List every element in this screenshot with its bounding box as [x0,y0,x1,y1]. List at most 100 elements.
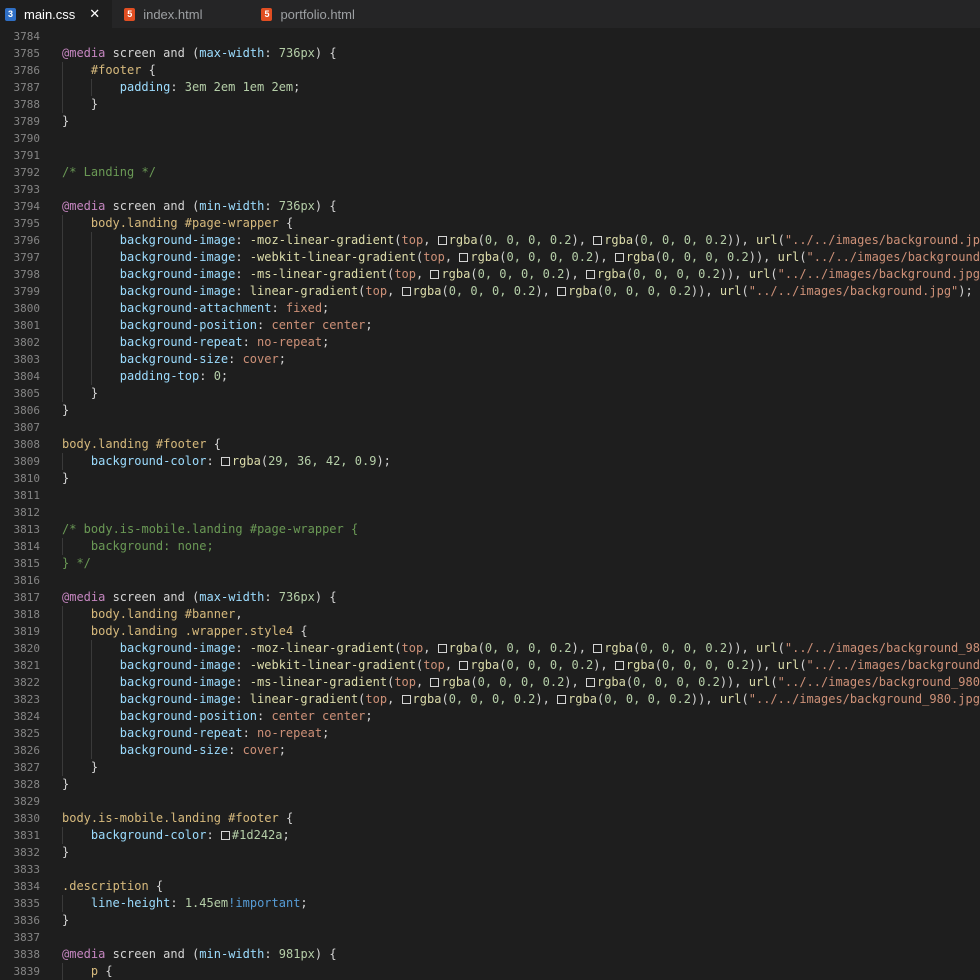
color-swatch-icon[interactable] [614,253,624,262]
code-editor[interactable]: 3784 3785 @media screen and (max-width: 73… [0,28,980,980]
color-swatch-icon[interactable] [401,695,411,704]
code-text: /* Landing */ [62,164,156,181]
code-line[interactable]: 3832} [0,844,980,861]
code-line[interactable]: 3808 body.landing #footer { [0,436,980,453]
token-str: "../../images/background.jpg" [777,267,980,281]
code-line[interactable]: 3827} [0,759,980,776]
color-swatch-icon[interactable] [459,253,469,262]
code-line[interactable]: 3814 background: none; [0,538,980,555]
token-fn: rgba [448,641,478,655]
code-line[interactable]: 3816 [0,572,980,589]
code-line[interactable]: 3812 [0,504,980,521]
code-line[interactable]: 3792 /* Landing */ [0,164,980,181]
code-line[interactable]: 3811 [0,487,980,504]
code-line[interactable]: 3796 background-image: -moz-linear-gradie… [0,232,980,249]
code-line[interactable]: 3791 [0,147,980,164]
tab-index-html[interactable]: 5 index.html [112,0,256,28]
color-swatch-icon[interactable] [614,661,624,670]
color-swatch-icon[interactable] [557,287,567,296]
code-text: } [62,113,69,130]
code-line[interactable]: 3817 @media screen and (max-width: 736px)… [0,589,980,606]
code-line[interactable]: 3815} */ [0,555,980,572]
color-swatch-icon[interactable] [430,270,440,279]
code-line[interactable]: 3824 background-position: center center; [0,708,980,725]
code-line[interactable]: 3809 background-color: rgba(29, 36, 42, 0… [0,453,980,470]
line-number: 3794 [13,200,41,213]
tab-main-css[interactable]: 3 main.css ✕ [0,0,113,28]
code-line[interactable]: 3799 background-image: linear-gradient (to… [0,283,980,300]
code-line[interactable]: 3822 background-image: -ms-linear-gradien… [0,674,980,691]
code-line[interactable]: 3800 background-attachment: fixed; [0,300,980,317]
code-line[interactable]: 3787 padding: 3em 2em 1em 2em; [0,79,980,96]
code-text: background-repeat: no-repeat; [120,725,330,742]
code-line[interactable]: 3810} [0,470,980,487]
code-line[interactable]: 3830 body.is-mobile.landing #footer { [0,810,980,827]
code-line[interactable]: 3805} [0,385,980,402]
code-line[interactable]: 3829 [0,793,980,810]
code-line[interactable]: 3798 background-image: -ms-linear-gradien… [0,266,980,283]
code-line[interactable]: 3825 background-repeat: no-repeat; [0,725,980,742]
code-line[interactable]: 3831 background-color: #1d242a; [0,827,980,844]
code-line[interactable]: 3786 #footer { [0,62,980,79]
code-line[interactable]: 3785 @media screen and (max-width: 736px)… [0,45,980,62]
color-swatch-icon[interactable] [437,236,447,245]
token-comment: /* Landing */ [62,165,156,179]
code-line[interactable]: 3834 .description { [0,878,980,895]
token-fn: rgba [470,658,500,672]
token-punc: ( [477,233,485,247]
code-line[interactable]: 3823 background-image: linear-gradient (to… [0,691,980,708]
code-line[interactable]: 3803 background-size: cover; [0,351,980,368]
color-swatch-icon[interactable] [220,831,230,840]
color-swatch-icon[interactable] [459,661,469,670]
token-kw: screen and [105,947,193,961]
token-prop: min-width [199,947,265,961]
color-swatch-icon[interactable] [585,270,595,279]
color-swatch-icon[interactable] [593,644,603,653]
token-punc: ), [593,658,615,672]
code-line[interactable]: 3833 [0,861,980,878]
code-line[interactable]: 3838 @media screen and (min-width: 981px)… [0,946,980,963]
token-punc: ), [571,233,594,247]
code-line[interactable]: 3836} [0,912,980,929]
code-line[interactable]: 3789} [0,113,980,130]
color-swatch-icon[interactable] [437,644,447,653]
token-punc: )), [690,284,720,298]
code-line[interactable]: 3818 body.landing #banner, [0,606,980,623]
code-line[interactable]: 3820 background-image: -moz-linear-gradie… [0,640,980,657]
code-line[interactable]: 3795 body.landing #page-wrapper { [0,215,980,232]
token-punc: : [235,692,250,706]
code-text: background-image: -moz-linear-gradient(t… [120,640,980,657]
code-line[interactable]: 3793 [0,181,980,198]
code-line[interactable]: 3804 padding-top: 0; [0,368,980,385]
color-swatch-icon[interactable] [430,678,440,687]
code-line[interactable]: 3794 @media screen and (min-width: 736px)… [0,198,980,215]
code-line[interactable]: 3790 [0,130,980,147]
code-line[interactable]: 3813 /* body.is-mobile.landing #page-wrap… [0,521,980,538]
line-number: 3802 [13,336,41,349]
color-swatch-icon[interactable] [593,236,603,245]
code-line[interactable]: 3837 [0,929,980,946]
color-swatch-icon[interactable] [401,287,411,296]
code-line[interactable]: 3819 body.landing .wrapper.style4 { [0,623,980,640]
token-punc: ; [282,828,290,842]
code-line[interactable]: 3801 background-position: center center; [0,317,980,334]
code-line[interactable]: 3835 line-height: 1.45em!important; [0,895,980,912]
code-line[interactable]: 3788} [0,96,980,113]
code-line[interactable]: 3802 background-repeat: no-repeat; [0,334,980,351]
code-line[interactable]: 3839 p { [0,963,980,980]
color-swatch-icon[interactable] [557,695,567,704]
color-swatch-icon[interactable] [220,457,230,466]
tab-portfolio-html[interactable]: 5 portfolio.html [256,0,378,28]
token-punc: ) { [314,590,337,604]
token-punc: ), [535,692,558,706]
code-line[interactable]: 3821 background-image: -webkit-linear-gra… [0,657,980,674]
token-str: "../../images/background_980.jpg" [784,641,980,655]
code-line[interactable]: 3784 [0,28,980,45]
code-line[interactable]: 3807 [0,419,980,436]
code-line[interactable]: 3826 background-size: cover; [0,742,980,759]
color-swatch-icon[interactable] [585,678,595,687]
code-line[interactable]: 3806} [0,402,980,419]
code-line[interactable]: 3797 background-image: -webkit-linear-gra… [0,249,980,266]
close-icon[interactable]: ✕ [89,6,100,22]
code-line[interactable]: 3828} [0,776,980,793]
